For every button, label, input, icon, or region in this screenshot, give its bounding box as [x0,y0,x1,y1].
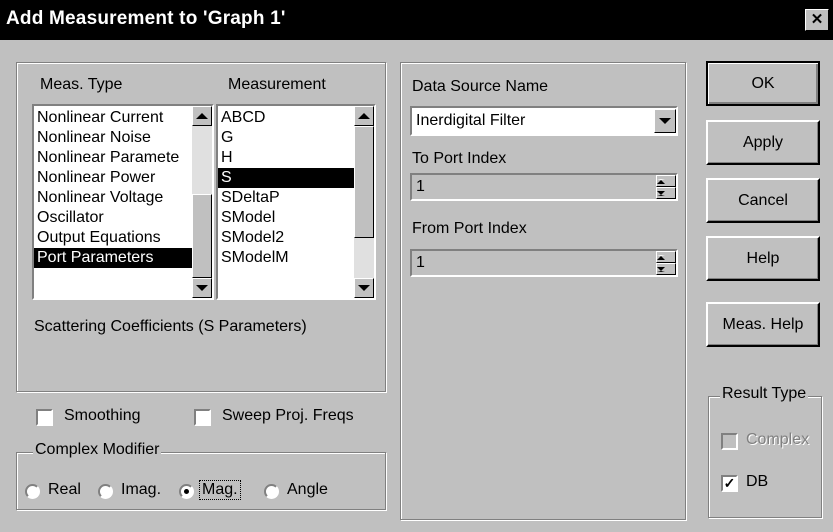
meas-type-list-item[interactable]: Nonlinear Voltage [34,188,192,208]
scroll-up-button[interactable] [354,106,374,126]
meas-help-button[interactable]: Meas. Help [706,302,820,347]
radio-dot-icon [184,489,189,494]
sweep-proj-freqs-checkbox[interactable] [194,409,211,426]
arrow-down-icon [657,267,665,272]
ok-button[interactable]: OK [706,61,820,106]
data-source-dropdown[interactable]: Inerdigital Filter [410,106,678,136]
close-icon: ✕ [810,11,824,28]
data-source-label: Data Source Name [412,78,549,95]
to-port-spinner[interactable] [656,175,676,199]
radio-imag[interactable] [98,484,113,499]
meas-type-list-item[interactable]: Nonlinear Noise [34,128,192,148]
measurement-description: Scattering Coefficients (S Parameters) [34,318,307,335]
radio-mag-label: Mag. [199,480,241,500]
ok-label: OK [751,75,775,92]
data-source-value: Inerdigital Filter [416,112,526,129]
arrow-up-icon [358,113,370,119]
to-port-value: 1 [416,178,425,195]
smoothing-label: Smoothing [64,407,141,424]
arrow-down-icon [358,285,370,291]
cancel-button[interactable]: Cancel [706,178,820,223]
chevron-down-icon [659,118,671,124]
scroll-thumb[interactable] [192,194,212,278]
db-label: DB [746,473,769,490]
title-bar[interactable]: Add Measurement to 'Graph 1' ✕ [0,0,833,40]
arrow-up-icon [657,255,665,260]
result-type-group [708,396,822,518]
apply-button[interactable]: Apply [706,120,820,165]
radio-real[interactable] [25,484,40,499]
measurement-scrollbar[interactable] [354,106,374,298]
meas-type-list-item[interactable]: Nonlinear Power [34,168,192,188]
from-port-label: From Port Index [412,220,527,237]
complex-modifier-label: Complex Modifier [33,441,162,459]
to-port-label: To Port Index [412,150,507,167]
scroll-up-button[interactable] [192,106,212,126]
scroll-down-button[interactable] [192,278,212,298]
meas-help-label: Meas. Help [722,316,804,333]
checkmark-icon: ✓ [723,475,736,491]
meas-type-list-item[interactable]: Output Equations [34,228,192,248]
scroll-thumb[interactable] [354,126,374,238]
measurement-list-item[interactable]: SModelM [218,248,354,268]
apply-label: Apply [742,134,784,151]
radio-angle-label: Angle [287,481,328,498]
arrow-up-icon [196,113,208,119]
meas-type-list-item[interactable]: Port Parameters [34,248,192,268]
complex-label: Complex [746,431,810,448]
measurement-list-item[interactable]: SDeltaP [218,188,354,208]
arrow-up-icon [657,179,665,184]
smoothing-checkbox[interactable] [36,409,53,426]
scroll-down-button[interactable] [354,278,374,298]
measurement-list-item[interactable]: ABCD [218,108,354,128]
cancel-label: Cancel [738,192,788,209]
sweep-proj-freqs-label: Sweep Proj. Freqs [222,407,354,424]
meas-type-label: Meas. Type [40,76,123,93]
measurement-label: Measurement [228,76,326,93]
from-port-spinbox[interactable]: 1 [410,249,678,277]
radio-angle[interactable] [264,484,279,499]
meas-type-list-item[interactable]: Oscillator [34,208,192,228]
radio-imag-label: Imag. [121,481,162,498]
measurement-list-item[interactable]: H [218,148,354,168]
help-label: Help [746,250,780,267]
dropdown-button[interactable] [654,109,676,133]
help-button[interactable]: Help [706,236,820,281]
dialog-title: Add Measurement to 'Graph 1' [6,8,286,29]
measurement-list-item[interactable]: G [218,128,354,148]
to-port-spinbox[interactable]: 1 [410,173,678,201]
meas-type-scrollbar[interactable] [192,106,212,298]
meas-type-list-item[interactable]: Nonlinear Paramete [34,148,192,168]
measurement-list-item[interactable]: SModel2 [218,228,354,248]
meas-type-list-item[interactable]: Nonlinear Current [34,108,192,128]
from-port-value: 1 [416,254,425,271]
result-type-label: Result Type [720,385,809,403]
measurement-list-item[interactable]: S [218,168,354,188]
measurement-list[interactable]: ABCD G H S SDeltaP SModel SModel2 SModelM [216,104,376,300]
measurement-list-item[interactable]: SModel [218,208,354,228]
from-port-spinner[interactable] [656,251,676,275]
db-checkbox[interactable]: ✓ [721,475,738,492]
arrow-down-icon [196,285,208,291]
radio-real-label: Real [48,481,81,498]
meas-type-list[interactable]: Nonlinear Current Nonlinear Noise Nonlinea… [32,104,214,300]
radio-mag[interactable] [179,484,194,499]
arrow-down-icon [657,191,665,196]
close-button[interactable]: ✕ [805,9,829,31]
complex-checkbox[interactable] [721,433,738,450]
